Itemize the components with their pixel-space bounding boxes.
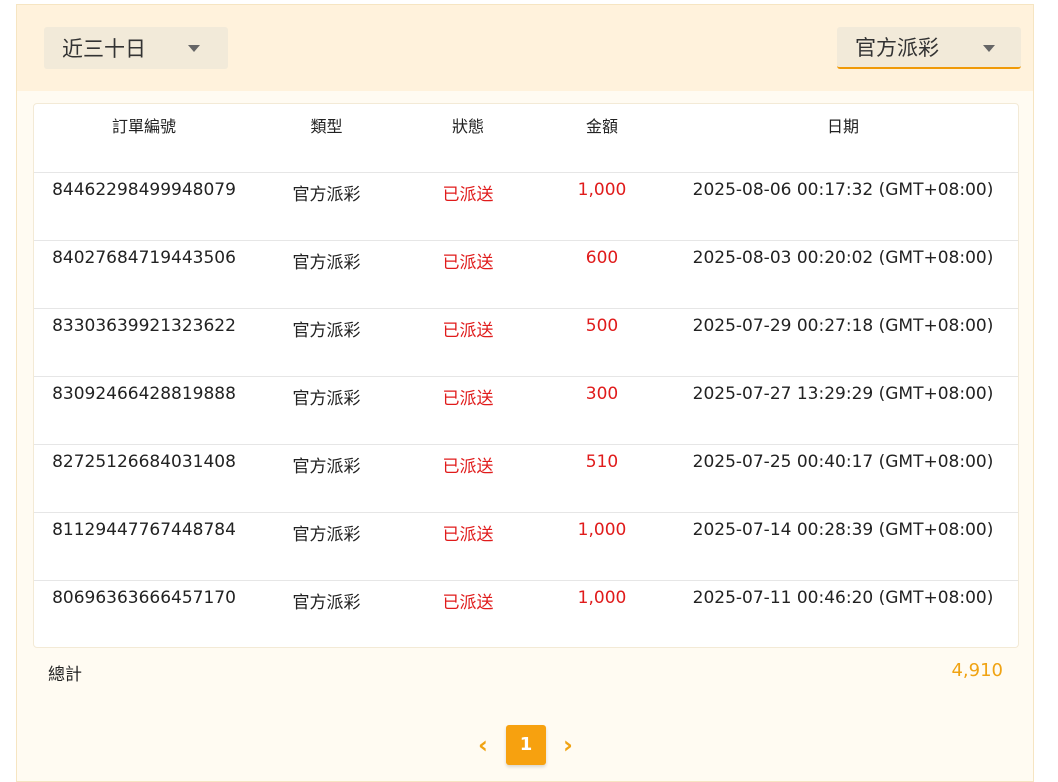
- date-value: 2025-07-27 13:29:29 (GMT+08:00): [692, 384, 994, 404]
- table-row: 82725126684031408 官方派彩 已派送 510 2025-07-2…: [34, 444, 1018, 513]
- order-number: 84462298499948079: [52, 180, 236, 200]
- record-type: 官方派彩: [292, 525, 361, 545]
- header-date: 日期: [826, 117, 859, 136]
- order-number: 84027684719443506: [52, 248, 236, 268]
- records-panel: 近三十日 官方派彩 訂單編號 類型 狀態 金額 日期 8446229849994…: [16, 4, 1034, 782]
- date-range-select[interactable]: 近三十日: [44, 27, 228, 69]
- amount-value: 1,000: [577, 520, 627, 540]
- table-row: 80696363666457170 官方派彩 已派送 1,000 2025-07…: [34, 580, 1018, 648]
- amount-value: 300: [585, 384, 619, 404]
- status-text: 已派送: [442, 253, 494, 273]
- order-number: 83303639921323622: [52, 316, 236, 336]
- records-table: 訂單編號 類型 狀態 金額 日期 84462298499948079 官方派彩 …: [33, 103, 1019, 648]
- amount-value: 500: [585, 316, 619, 336]
- chevron-right-icon[interactable]: ›: [558, 731, 578, 759]
- chevron-left-icon[interactable]: ‹: [473, 731, 493, 759]
- order-number: 80696363666457170: [52, 588, 236, 608]
- filter-bar: 近三十日 官方派彩: [17, 5, 1033, 91]
- record-type: 官方派彩: [292, 321, 361, 341]
- type-label: 官方派彩: [855, 36, 939, 60]
- date-value: 2025-08-06 00:17:32 (GMT+08:00): [692, 180, 994, 200]
- record-type: 官方派彩: [292, 389, 361, 409]
- amount-value: 1,000: [577, 588, 627, 608]
- date-value: 2025-07-11 00:46:20 (GMT+08:00): [692, 588, 994, 608]
- header-order-number: 訂單編號: [111, 117, 176, 136]
- amount-value: 510: [585, 452, 619, 472]
- order-number: 81129447767448784: [52, 520, 236, 540]
- status-text: 已派送: [442, 457, 494, 477]
- type-select[interactable]: 官方派彩: [837, 27, 1021, 69]
- date-value: 2025-07-29 00:27:18 (GMT+08:00): [692, 316, 994, 336]
- header-amount: 金額: [585, 117, 618, 136]
- amount-value: 1,000: [577, 180, 627, 200]
- total-label: 總計: [48, 665, 82, 685]
- table-row: 81129447767448784 官方派彩 已派送 1,000 2025-07…: [34, 512, 1018, 581]
- pagination: ‹ 1 ›: [17, 723, 1033, 767]
- record-type: 官方派彩: [292, 457, 361, 477]
- status-text: 已派送: [442, 593, 494, 613]
- date-value: 2025-07-14 00:28:39 (GMT+08:00): [692, 520, 994, 540]
- caret-down-icon: [188, 45, 200, 52]
- caret-down-icon: [983, 45, 995, 52]
- table-header: 訂單編號 類型 狀態 金額 日期: [34, 104, 1018, 173]
- date-range-label: 近三十日: [62, 37, 146, 61]
- record-type: 官方派彩: [292, 593, 361, 613]
- record-type: 官方派彩: [292, 253, 361, 273]
- total-value: 4,910: [951, 660, 1003, 681]
- order-number: 83092466428819888: [52, 384, 236, 404]
- table-row: 83092466428819888 官方派彩 已派送 300 2025-07-2…: [34, 376, 1018, 445]
- order-number: 82725126684031408: [52, 452, 236, 472]
- table-row: 84027684719443506 官方派彩 已派送 600 2025-08-0…: [34, 240, 1018, 309]
- table-row: 84462298499948079 官方派彩 已派送 1,000 2025-08…: [34, 172, 1018, 241]
- page-button[interactable]: 1: [506, 725, 546, 765]
- status-text: 已派送: [442, 185, 494, 205]
- record-type: 官方派彩: [292, 185, 361, 205]
- date-value: 2025-07-25 00:40:17 (GMT+08:00): [692, 452, 994, 472]
- status-text: 已派送: [442, 321, 494, 341]
- table-row: 83303639921323622 官方派彩 已派送 500 2025-07-2…: [34, 308, 1018, 377]
- header-type: 類型: [310, 117, 343, 136]
- header-status: 狀態: [451, 117, 484, 136]
- date-value: 2025-08-03 00:20:02 (GMT+08:00): [692, 248, 994, 268]
- amount-value: 600: [585, 248, 619, 268]
- status-text: 已派送: [442, 525, 494, 545]
- status-text: 已派送: [442, 389, 494, 409]
